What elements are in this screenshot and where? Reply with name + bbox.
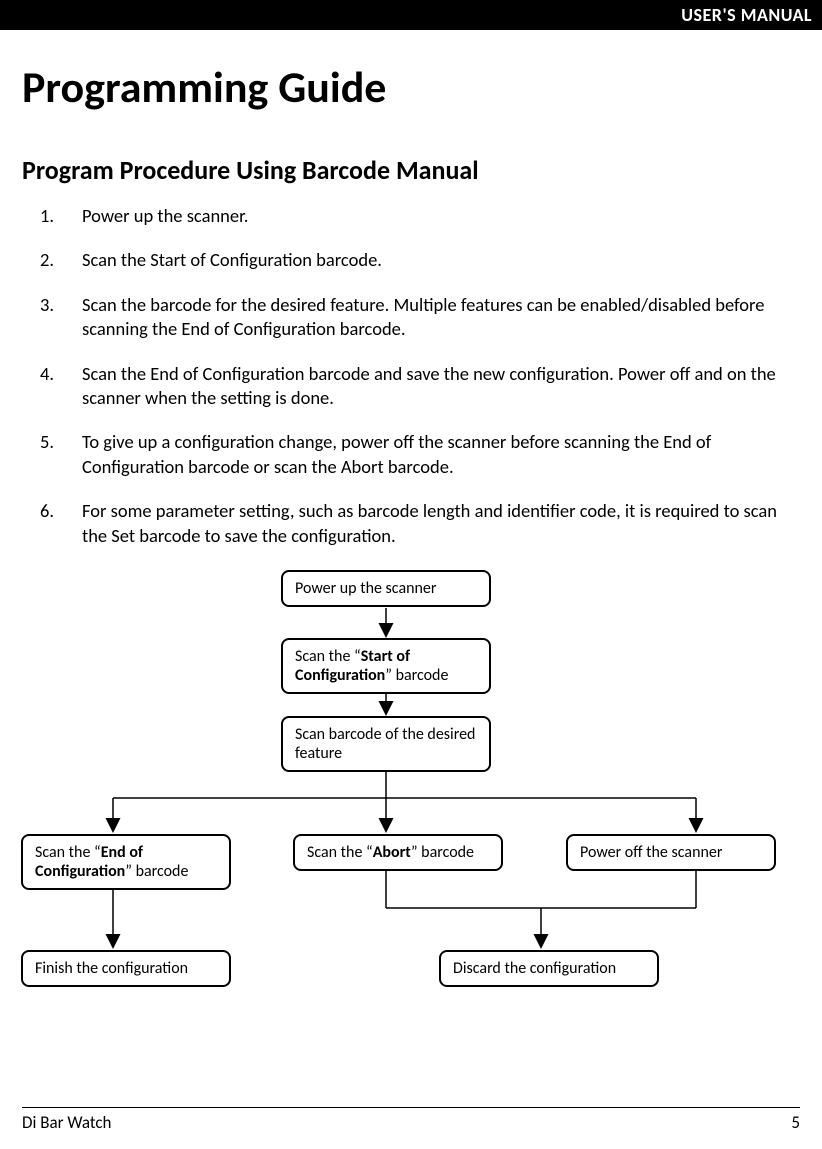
step-number: 2. xyxy=(40,248,82,272)
step-number: 4. xyxy=(40,362,82,411)
step-number: 3. xyxy=(40,293,82,342)
flow-arrows xyxy=(31,568,791,1008)
step-number: 1. xyxy=(40,204,82,228)
list-item: 2.Scan the Start of Configuration barcod… xyxy=(40,248,800,272)
flow-box-abort: Scan the “Abort” barcode xyxy=(293,834,503,871)
flow-box-end-config: Scan the “End of Configuration” barcode xyxy=(21,834,231,890)
list-item: 3.Scan the barcode for the desired featu… xyxy=(40,293,800,342)
list-item: 1.Power up the scanner. xyxy=(40,204,800,228)
flow-text: ” barcode xyxy=(125,862,188,881)
flow-bold: Abort xyxy=(373,843,411,862)
flowchart: Power up the scanner Scan the “Start of … xyxy=(31,568,791,1008)
flow-text: Finish the configuration xyxy=(35,959,188,978)
flow-text: Scan the “ xyxy=(307,843,373,862)
flow-text: Scan barcode of the desired feature xyxy=(295,725,475,763)
flow-box-power-up: Power up the scanner xyxy=(281,570,491,607)
flow-text: Power off the scanner xyxy=(580,843,722,862)
flow-text: Scan the “ xyxy=(295,647,361,666)
flow-box-discard: Discard the configuration xyxy=(439,950,659,987)
flow-text: Discard the configuration xyxy=(453,959,616,978)
step-text: For some parameter setting, such as barc… xyxy=(82,499,800,548)
flow-box-start-config: Scan the “Start of Configuration” barcod… xyxy=(281,638,491,694)
page-content: Programming Guide Program Procedure Usin… xyxy=(0,30,822,1008)
step-number: 6. xyxy=(40,499,82,548)
header-label: USER'S MANUAL xyxy=(681,4,812,26)
flow-box-power-off: Power off the scanner xyxy=(566,834,776,871)
section-heading: Program Procedure Using Barcode Manual xyxy=(22,154,800,186)
step-number: 5. xyxy=(40,430,82,479)
flow-text: Scan the “ xyxy=(35,843,101,862)
page-footer: Di Bar Watch 5 xyxy=(22,1107,800,1133)
list-item: 6.For some parameter setting, such as ba… xyxy=(40,499,800,548)
page-title: Programming Guide xyxy=(22,60,800,114)
list-item: 4.Scan the End of Configuration barcode … xyxy=(40,362,800,411)
list-item: 5.To give up a configuration change, pow… xyxy=(40,430,800,479)
flow-text: ” barcode xyxy=(411,843,474,862)
procedure-list: 1.Power up the scanner. 2.Scan the Start… xyxy=(22,204,800,548)
footer-left: Di Bar Watch xyxy=(22,1112,112,1133)
step-text: Scan the Start of Configuration barcode. xyxy=(82,248,800,272)
flow-text: Power up the scanner xyxy=(295,579,436,598)
step-text: Scan the barcode for the desired feature… xyxy=(82,293,800,342)
step-text: Power up the scanner. xyxy=(82,204,800,228)
flow-text: ” barcode xyxy=(385,666,448,685)
step-text: To give up a configuration change, power… xyxy=(82,430,800,479)
step-text: Scan the End of Configuration barcode an… xyxy=(82,362,800,411)
flow-box-feature: Scan barcode of the desired feature xyxy=(281,716,491,772)
header-bar: USER'S MANUAL xyxy=(0,0,822,30)
footer-page-number: 5 xyxy=(791,1112,800,1133)
flow-box-finish: Finish the configuration xyxy=(21,950,231,987)
